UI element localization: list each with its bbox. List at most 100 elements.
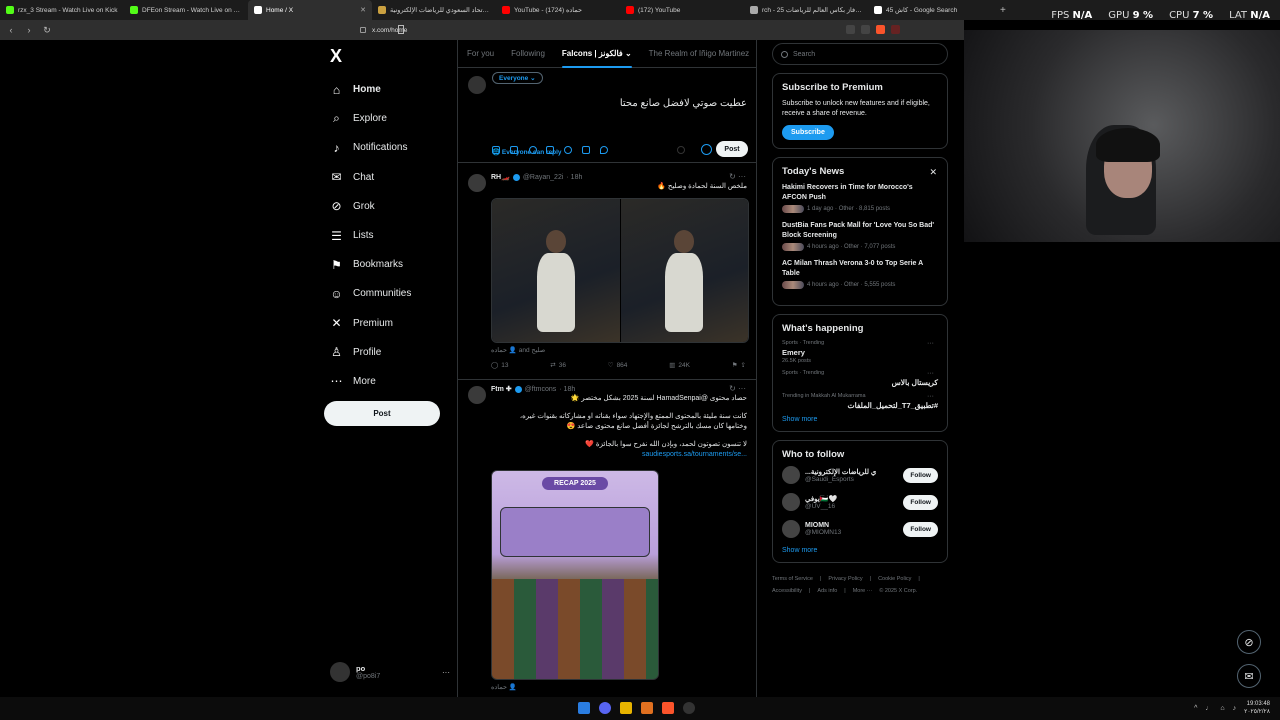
avatar[interactable] xyxy=(468,386,486,404)
like-button[interactable]: ♡ 864 xyxy=(608,361,628,370)
grok-float-icon[interactable]: ⊘ xyxy=(1237,630,1261,654)
avatar[interactable] xyxy=(782,466,800,484)
footer-link[interactable]: More ··· xyxy=(853,585,873,597)
forward-icon[interactable]: › xyxy=(24,25,34,35)
tab-close-icon[interactable]: ✕ xyxy=(360,6,366,14)
nav-item-more[interactable]: ⋯ More xyxy=(330,367,411,396)
repost-button[interactable]: ⇄ 36 xyxy=(550,361,566,370)
footer-link[interactable]: Privacy Policy xyxy=(828,573,862,585)
nav-item-profile[interactable]: ♙ Profile xyxy=(330,338,411,367)
brave-icon[interactable] xyxy=(662,702,674,714)
cast-icon[interactable] xyxy=(846,25,855,34)
browser-tab[interactable]: DFEon Stream - Watch Live on Kick xyxy=(124,0,248,20)
bookmark-page-icon[interactable] xyxy=(398,25,404,34)
x-logo[interactable]: X xyxy=(330,46,342,67)
more-icon[interactable]: ··· xyxy=(442,668,450,677)
follow-suggestion[interactable]: MIOMN @MIOMN13 Follow xyxy=(782,520,938,538)
bookmark-button[interactable]: ⚑ ⇪ xyxy=(732,361,746,369)
audience-selector[interactable]: Everyone ⌄ xyxy=(492,72,543,84)
new-tab-icon[interactable]: + xyxy=(992,5,1014,16)
news-item[interactable]: DustBia Fans Pack Mall for 'Love You So … xyxy=(782,221,938,251)
composer-post-button[interactable]: Post xyxy=(716,141,748,157)
views-button[interactable]: ▥ 24K xyxy=(669,361,690,370)
tweet-image[interactable] xyxy=(491,198,749,343)
footer-link[interactable]: Ads info xyxy=(817,585,837,597)
windows-start-icon[interactable] xyxy=(578,702,590,714)
nav-item-premium[interactable]: ✕ Premium xyxy=(330,309,411,338)
tweet-menu-icon[interactable]: ↻ ··· xyxy=(729,384,746,393)
footer-link[interactable]: Accessibility xyxy=(772,585,802,597)
network-icon[interactable]: ⌂ xyxy=(1220,705,1224,712)
author-name[interactable]: RH🏎️ xyxy=(491,173,510,181)
search-input[interactable]: Search xyxy=(772,43,948,65)
browser-tab[interactable]: rzx_3 Stream - Watch Live on Kick xyxy=(0,0,124,20)
browser-tab[interactable]: YouTube - حماده (1724) xyxy=(496,0,620,20)
grok-icon[interactable] xyxy=(529,146,537,154)
footer-link[interactable]: Terms of Service xyxy=(772,573,813,585)
rewards-icon[interactable] xyxy=(891,25,900,34)
account-switcher[interactable]: po @po8i7 ··· xyxy=(330,662,450,682)
close-icon[interactable]: ✕ xyxy=(929,167,937,178)
tweet-link[interactable]: saudiesports.sa/tournaments/se... xyxy=(642,450,747,460)
browser-tab[interactable]: (172) YouTube xyxy=(620,0,744,20)
follow-button[interactable]: Follow xyxy=(903,467,938,483)
brave-shield-icon[interactable] xyxy=(876,25,885,34)
nav-item-communities[interactable]: ☺ Communities xyxy=(330,279,411,308)
site-info-icon[interactable] xyxy=(360,27,366,33)
browser-tab[interactable]: rch - 25 مين فاز بكاس العالم للرياضات xyxy=(744,0,868,20)
nav-item-grok[interactable]: ⊘ Grok xyxy=(330,192,411,221)
follow-button[interactable]: Follow xyxy=(903,521,938,537)
tweet[interactable]: RH🏎️ @Rayan_22i · 18h ↻ ··· ملخص السنة ل… xyxy=(458,168,756,380)
tweet-time[interactable]: · 18h xyxy=(566,174,582,181)
nav-item-bookmarks[interactable]: ⚑ Bookmarks xyxy=(330,250,411,279)
emoji-icon[interactable] xyxy=(564,146,572,154)
back-icon[interactable]: ‹ xyxy=(6,25,16,35)
trend-item[interactable]: Sports · Trending Emery 26.5K posts ··· xyxy=(782,340,938,364)
nav-item-home[interactable]: ⌂ Home xyxy=(330,75,411,104)
nav-item-chat[interactable]: ✉ Chat xyxy=(330,163,411,192)
show-more-link[interactable]: Show more xyxy=(782,416,938,423)
discord-icon[interactable] xyxy=(599,702,611,714)
tweet-time[interactable]: · 18h xyxy=(559,386,575,393)
author-handle[interactable]: @ftmcons xyxy=(525,386,557,393)
share-icon[interactable] xyxy=(861,25,870,34)
news-item[interactable]: Hakimi Recovers in Time for Morocco's AF… xyxy=(782,183,938,213)
schedule-icon[interactable] xyxy=(582,146,590,154)
trend-item[interactable]: Sports · Trending كريستال بالاس ··· xyxy=(782,370,938,387)
browser-tab[interactable]: كاش 45 - Google Search xyxy=(868,0,992,20)
avatar[interactable] xyxy=(782,493,800,511)
tweet[interactable]: Ftm ✚ @ftmcons · 18h ↻ ··· حصاد محتوى @H… xyxy=(458,380,756,720)
more-icon[interactable]: ··· xyxy=(927,340,934,347)
media-icon[interactable] xyxy=(492,146,500,154)
follow-button[interactable]: Follow xyxy=(903,494,938,510)
browser-tab[interactable]: Home / X ✕ xyxy=(248,0,372,20)
more-icon[interactable]: ··· xyxy=(927,370,934,377)
file-explorer-icon[interactable] xyxy=(620,702,632,714)
volume-icon[interactable]: ♪ xyxy=(1233,705,1237,712)
microphone-icon[interactable]: ♩ xyxy=(1205,705,1212,712)
avatar[interactable] xyxy=(782,520,800,538)
app-icon[interactable] xyxy=(641,702,653,714)
tab-realm[interactable]: The Realm of Iñigo Martinez xyxy=(649,49,750,58)
footer-link[interactable]: © 2025 X Corp. xyxy=(879,585,917,597)
nav-item-explore[interactable]: ⌕ Explore xyxy=(330,104,411,133)
tab-falcons[interactable]: Falcons | فالكونز ⌄ xyxy=(561,49,632,68)
gif-icon[interactable] xyxy=(510,146,518,154)
steam-icon[interactable] xyxy=(683,702,695,714)
reply-button[interactable]: ◯ 13 xyxy=(491,361,509,370)
tweet-image[interactable]: RECAP 2025 xyxy=(491,470,659,680)
composer-input[interactable]: عطيت صوتي لافضل صانع محتا xyxy=(620,98,747,109)
show-more-link[interactable]: Show more xyxy=(782,547,938,554)
messages-float-icon[interactable]: ✉ xyxy=(1237,664,1261,688)
footer-link[interactable]: Cookie Policy xyxy=(878,573,911,585)
share-icon[interactable]: ⇪ xyxy=(741,361,746,369)
author-handle[interactable]: @Rayan_22i xyxy=(523,174,564,181)
reload-icon[interactable]: ↻ xyxy=(42,25,52,36)
clock[interactable]: 19:03:48 ٢٠٢٥/٢/٢٨ xyxy=(1244,701,1270,716)
follow-suggestion[interactable]: ...ي للرياضات الإلكترونية @Saudi_Esports F… xyxy=(782,466,938,484)
author-name[interactable]: Ftm ✚ xyxy=(491,385,512,393)
news-item[interactable]: AC Milan Thrash Verona 3-0 to Top Serie … xyxy=(782,259,938,289)
poll-icon[interactable] xyxy=(546,146,554,154)
nav-item-notifications[interactable]: ♪ Notifications xyxy=(330,133,411,162)
location-icon[interactable] xyxy=(600,146,608,154)
